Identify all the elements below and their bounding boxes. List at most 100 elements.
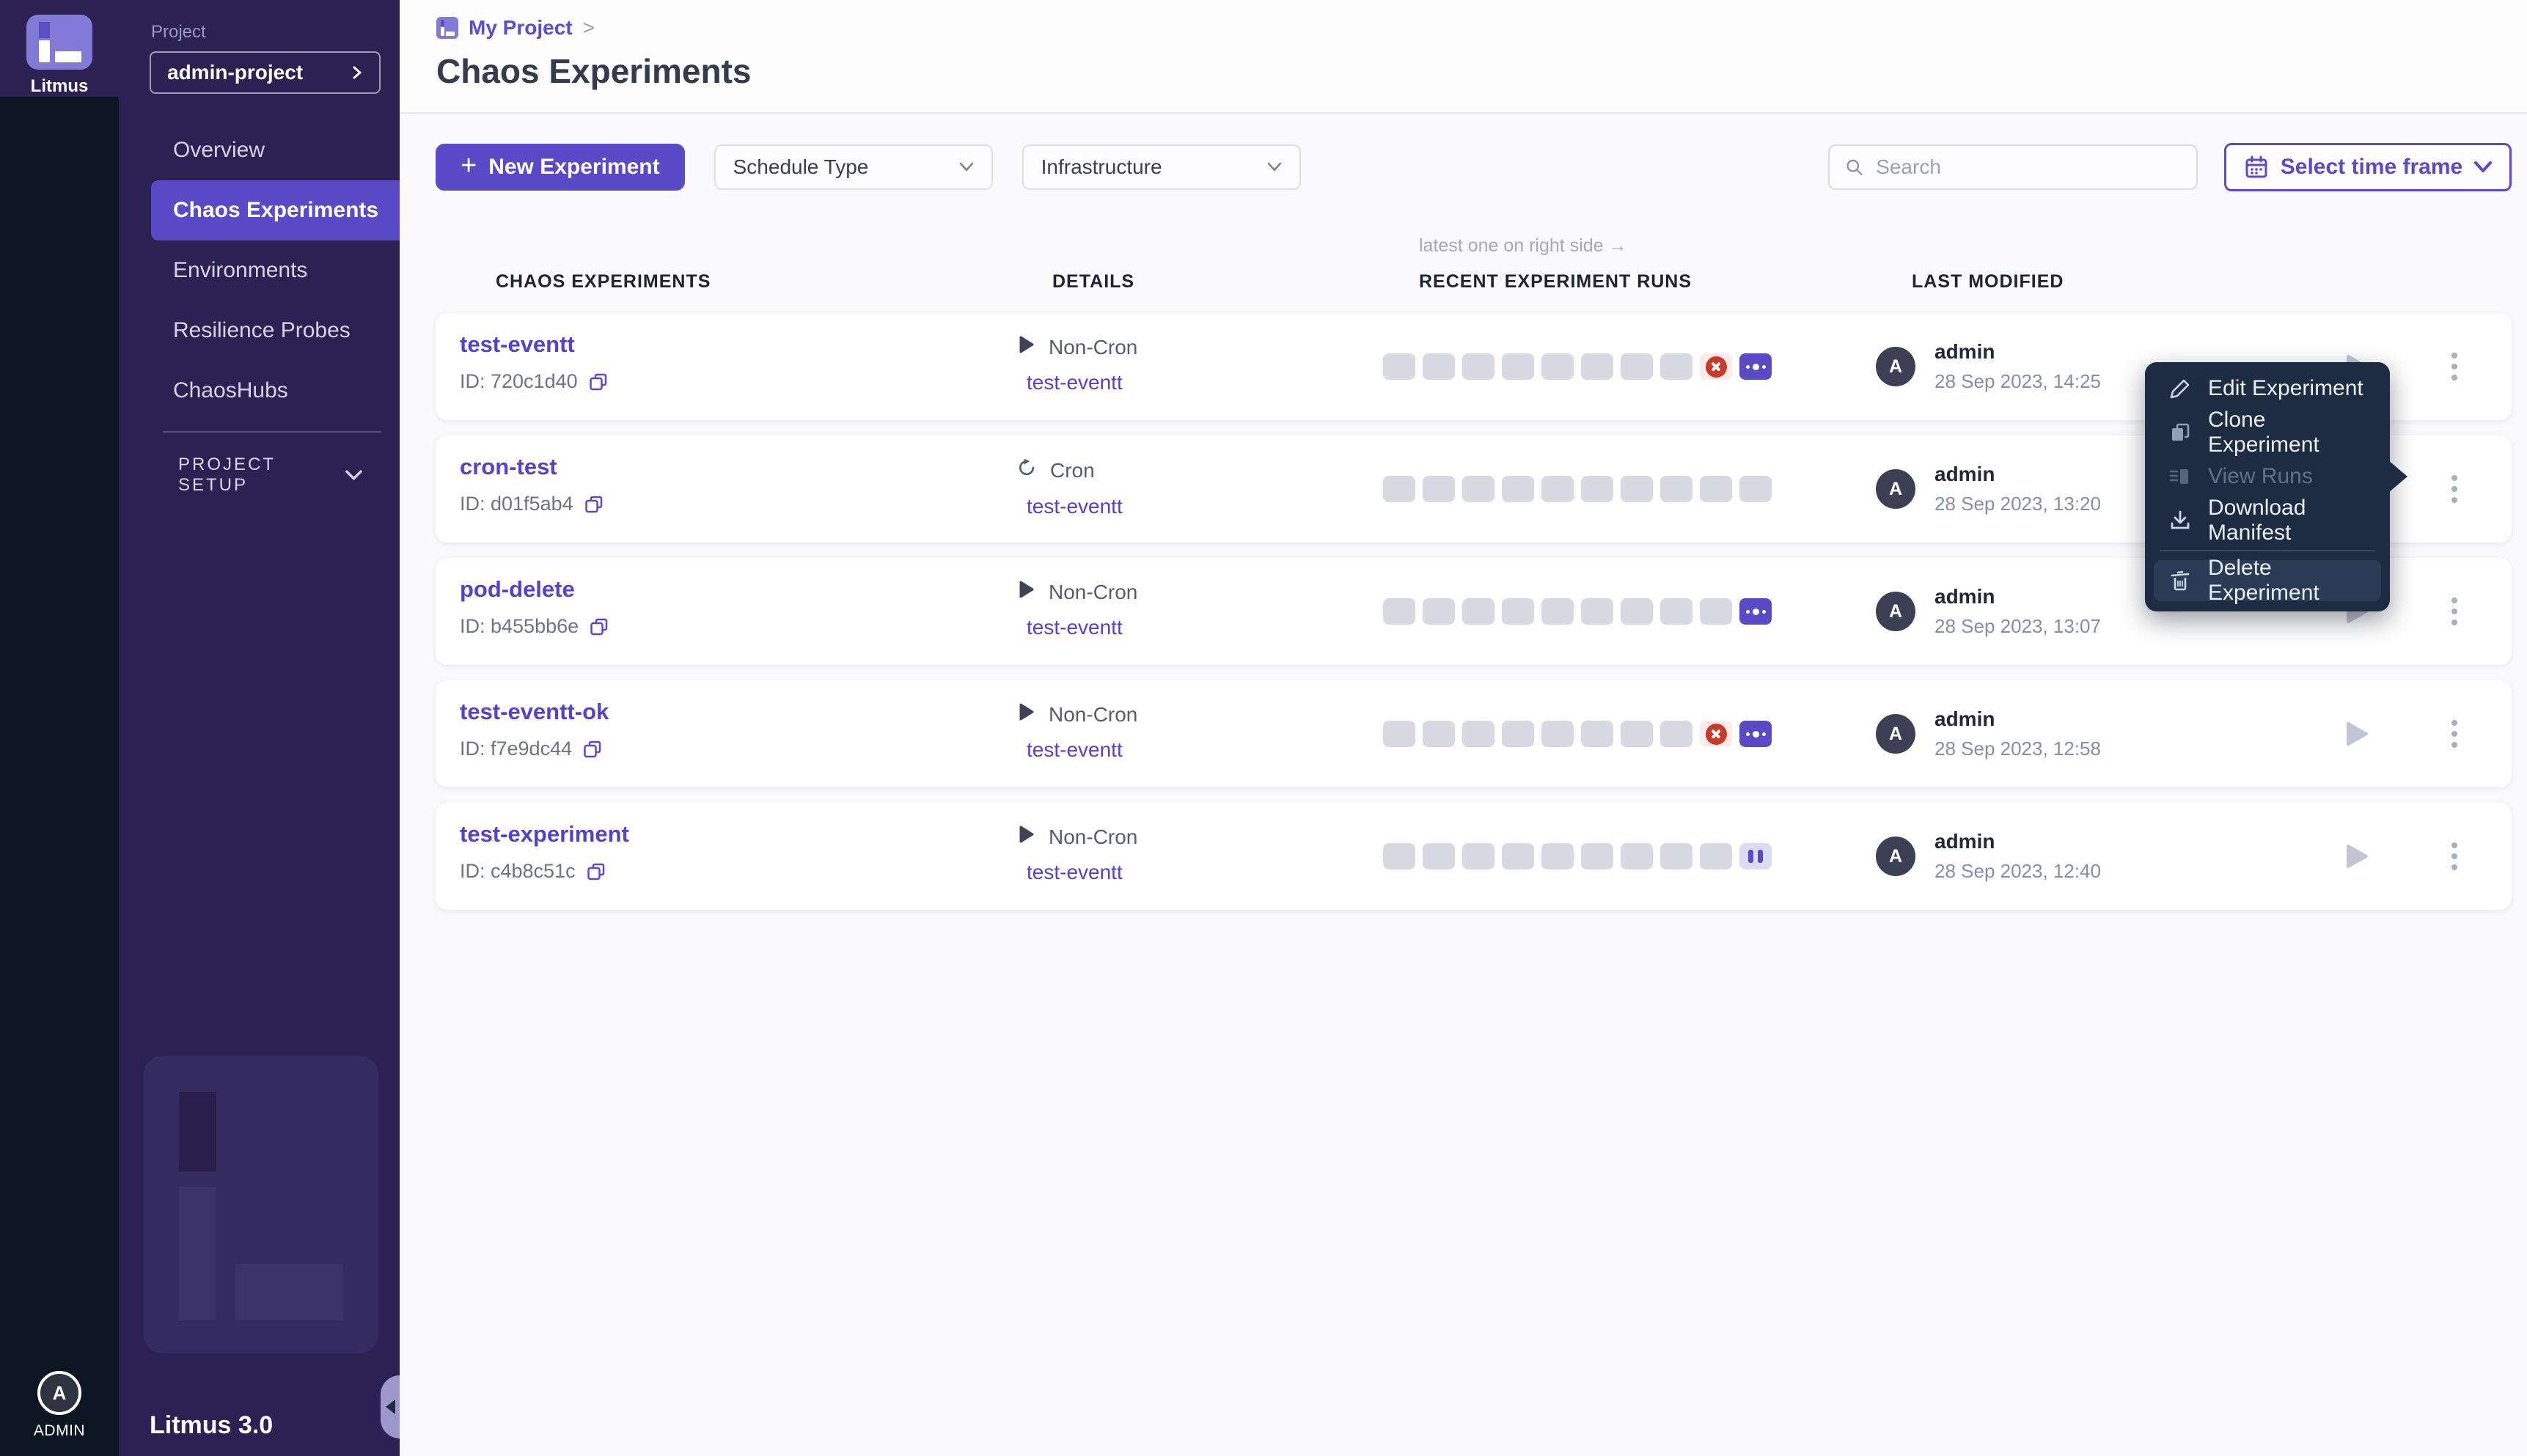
page-header: My Project > Chaos Experiments: [400, 0, 2527, 114]
schedule-type-label: Non-Cron: [1049, 335, 1138, 359]
runs-order-note: latest one on right side →: [1419, 235, 1627, 256]
experiment-name-link[interactable]: test-eventt: [460, 331, 575, 357]
run-pill-empty: [1581, 721, 1613, 747]
sidebar-item-chaoshubs[interactable]: ChaosHubs: [119, 361, 400, 421]
run-pill-empty: [1541, 476, 1574, 502]
run-pill-empty: [1541, 598, 1574, 625]
target-experiment-link[interactable]: test-eventt: [1027, 371, 1123, 394]
run-failed-badge[interactable]: [1700, 721, 1732, 747]
search-icon: [1846, 159, 1863, 176]
run-pill-empty: [1621, 353, 1653, 380]
run-more-badge[interactable]: [1739, 598, 1772, 625]
sidebar-item-resilience-probes[interactable]: Resilience Probes: [119, 301, 400, 361]
play-icon: [1019, 581, 1034, 598]
row-user-avatar: A: [1876, 592, 1915, 631]
copy-id-icon[interactable]: [584, 494, 604, 515]
run-pill-empty: [1383, 843, 1415, 869]
modified-by-user: admin: [1934, 707, 1995, 730]
row-menu-button[interactable]: [2436, 589, 2473, 633]
menu-item-edit-experiment[interactable]: Edit Experiment: [2145, 367, 2390, 411]
run-failed-badge[interactable]: [1700, 353, 1732, 380]
recent-runs: [1383, 476, 1772, 502]
time-frame-button[interactable]: Select time frame: [2224, 143, 2512, 191]
run-pill-empty: [1621, 721, 1653, 747]
menu-item-download-manifest[interactable]: Download Manifest: [2145, 496, 2390, 545]
schedule-type-label: Non-Cron: [1049, 702, 1138, 726]
run-experiment-button[interactable]: [2335, 834, 2379, 878]
play-icon: [1019, 336, 1034, 353]
menu-item-view-runs[interactable]: View Runs: [2145, 455, 2390, 499]
chevron-right-icon: [353, 66, 362, 79]
new-experiment-button[interactable]: + New Experiment: [436, 144, 685, 191]
run-more-badge[interactable]: [1739, 721, 1772, 747]
target-experiment-link[interactable]: test-eventt: [1027, 495, 1123, 518]
run-pill-empty: [1423, 353, 1455, 380]
modified-timestamp: 28 Sep 2023, 13:20: [1934, 493, 2101, 515]
sidebar-nav: Overview Chaos Experiments Environments Res…: [119, 120, 400, 421]
run-pill-empty: [1541, 353, 1574, 380]
experiment-id: ID: f7e9dc44: [460, 738, 573, 760]
breadcrumb: My Project >: [436, 16, 2527, 40]
run-pill-empty: [1660, 598, 1692, 625]
run-pill-empty: [1541, 721, 1574, 747]
copy-id-icon[interactable]: [589, 617, 609, 637]
search-input[interactable]: [1876, 155, 2182, 179]
run-experiment-button[interactable]: [2335, 712, 2379, 756]
row-menu-button[interactable]: [2436, 712, 2473, 756]
failed-x-icon: [1705, 723, 1727, 745]
schedule-type-select[interactable]: Schedule Type: [714, 144, 993, 190]
admin-avatar: A: [37, 1371, 81, 1415]
app-root: Litmus A ADMIN Project admin-project Ove…: [0, 0, 2527, 1456]
experiment-name-link[interactable]: test-experiment: [460, 821, 629, 847]
experiment-id: ID: 720c1d40: [460, 370, 578, 392]
run-pill-empty: [1383, 598, 1415, 625]
infrastructure-select[interactable]: Infrastructure: [1022, 144, 1301, 190]
experiment-name-link[interactable]: cron-test: [460, 454, 557, 479]
run-pill-empty: [1581, 476, 1613, 502]
logo-foot: [54, 51, 81, 62]
copy-id-icon[interactable]: [586, 861, 606, 882]
breadcrumb-link[interactable]: My Project: [469, 16, 573, 40]
menu-item-delete-experiment[interactable]: Delete Experiment: [2154, 556, 2381, 605]
run-pill-empty: [1462, 353, 1494, 380]
run-more-badge[interactable]: [1739, 353, 1772, 380]
target-experiment-link[interactable]: test-eventt: [1027, 861, 1123, 883]
schedule-type-label: Non-Cron: [1049, 580, 1138, 603]
recent-runs: [1383, 843, 1772, 869]
chevron-down-icon: [1267, 162, 1281, 172]
row-menu-button[interactable]: [2436, 345, 2473, 389]
run-paused-badge[interactable]: [1739, 843, 1772, 869]
target-experiment-link[interactable]: test-eventt: [1027, 616, 1123, 639]
row-user-avatar: A: [1876, 714, 1915, 754]
experiment-name-link[interactable]: test-eventt-ok: [460, 699, 609, 724]
copy-id-icon[interactable]: [582, 739, 603, 760]
view-runs-icon: [2169, 469, 2188, 484]
run-pill-empty: [1621, 476, 1653, 502]
experiment-id: ID: d01f5ab4: [460, 493, 573, 515]
sidebar-item-overview[interactable]: Overview: [119, 120, 400, 180]
column-header-experiments: CHAOS EXPERIMENTS: [496, 271, 711, 292]
project-setup-toggle[interactable]: PROJECT SETUP: [119, 455, 400, 496]
sidebar-collapse-handle[interactable]: [381, 1375, 400, 1438]
run-pill-empty: [1581, 353, 1613, 380]
project-setup-label: PROJECT SETUP: [178, 455, 276, 495]
row-menu-button[interactable]: [2436, 834, 2473, 878]
run-pill-empty: [1383, 721, 1415, 747]
sidebar-divider: [163, 431, 381, 433]
target-experiment-link[interactable]: test-eventt: [1027, 738, 1123, 761]
litmus-logo-icon[interactable]: [26, 15, 92, 70]
row-menu-button[interactable]: [2436, 467, 2473, 511]
play-icon: [1019, 703, 1034, 721]
experiment-name-link[interactable]: pod-delete: [460, 576, 575, 602]
chevron-down-icon: [2474, 161, 2493, 172]
project-selector[interactable]: admin-project: [150, 51, 381, 94]
copy-id-icon[interactable]: [588, 372, 609, 392]
sidebar-item-chaos-experiments[interactable]: Chaos Experiments: [151, 180, 400, 240]
collapse-arrow-icon: [385, 1400, 395, 1414]
user-menu[interactable]: A ADMIN: [0, 1371, 119, 1440]
run-pill-empty: [1660, 843, 1692, 869]
run-pill-empty: [1700, 598, 1732, 625]
menu-item-clone-experiment[interactable]: Clone Experiment: [2145, 408, 2390, 457]
logo-stem: [39, 40, 51, 62]
sidebar-item-environments[interactable]: Environments: [119, 240, 400, 301]
